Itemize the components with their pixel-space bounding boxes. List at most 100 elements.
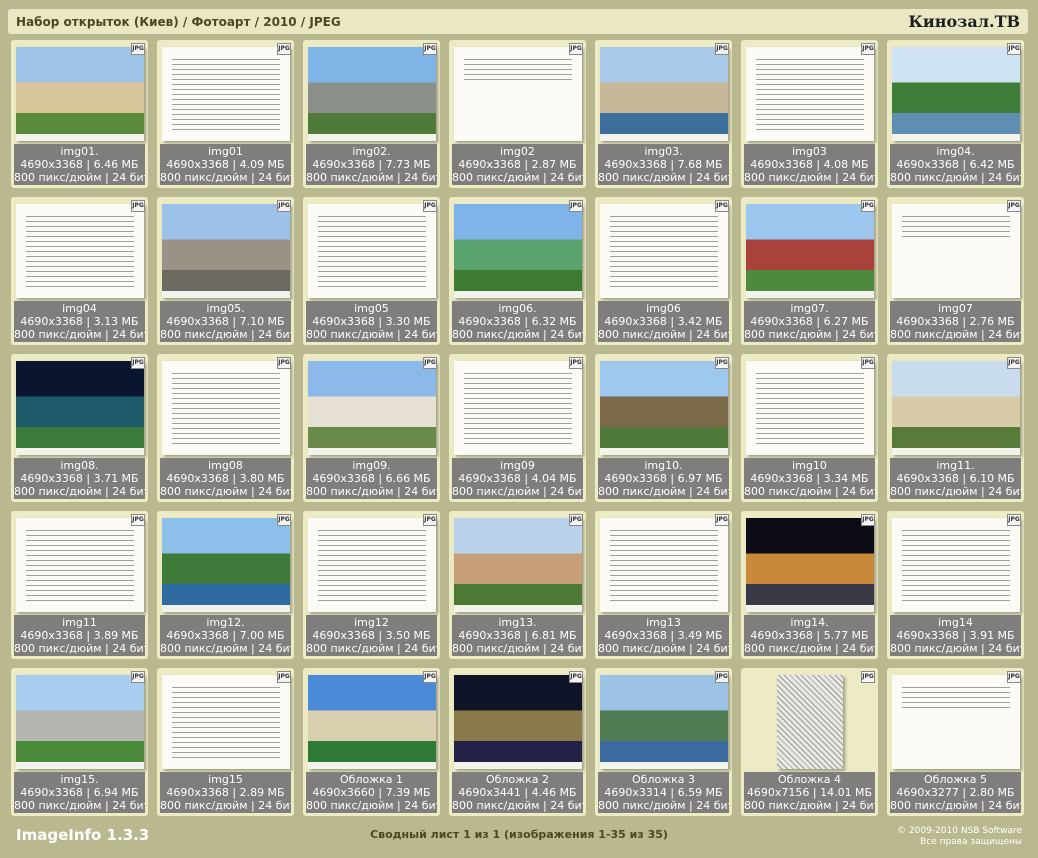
- thumbnail-image[interactable]: [15, 674, 144, 769]
- thumbnail-cell[interactable]: JPG img09. 4690x3368 | 6.66 МБ 800 пикс/дюй…: [303, 354, 440, 502]
- thumbnail-name: img04: [62, 302, 97, 315]
- thumbnail-image[interactable]: [161, 46, 290, 141]
- photo-caption-strip: [745, 604, 874, 612]
- thumbnail-image[interactable]: [599, 517, 728, 612]
- thumbnail-image[interactable]: [307, 46, 436, 141]
- thumbnail-cell[interactable]: JPG img01 4690x3368 | 4.09 МБ 800 пикс/дюйм…: [157, 40, 294, 188]
- thumbnail-image[interactable]: [453, 46, 582, 141]
- thumbnail-image[interactable]: [307, 674, 436, 769]
- thumbnail-image[interactable]: [453, 517, 582, 612]
- thumbnail-cell[interactable]: JPG img13 4690x3368 | 3.49 МБ 800 пикс/дюйм…: [595, 511, 732, 659]
- thumbnail-image[interactable]: [161, 360, 290, 455]
- thumbnail-cell[interactable]: JPG Обложка 2 4690x3441 | 4.46 МБ 800 пикс/…: [449, 668, 586, 816]
- thumbnail-image[interactable]: [891, 517, 1020, 612]
- thumbnail-image[interactable]: [161, 674, 290, 769]
- thumbnail-cell[interactable]: JPG img09 4690x3368 | 4.04 МБ 800 пикс/дюйм…: [449, 354, 586, 502]
- thumbnail-cell[interactable]: JPG Обложка 1 4690x3660 | 7.39 МБ 800 пикс/…: [303, 668, 440, 816]
- thumbnail-cell[interactable]: JPG Обложка 5 4690x3277 | 2.80 МБ 800 пикс/…: [887, 668, 1024, 816]
- thumbnail-image[interactable]: [453, 674, 582, 769]
- thumbnail-cell[interactable]: JPG img08. 4690x3368 | 3.71 МБ 800 пикс/дюй…: [11, 354, 148, 502]
- thumbnail-name: img13: [646, 616, 681, 629]
- thumbnail-cell[interactable]: JPG img12. 4690x3368 | 7.00 МБ 800 пикс/дюй…: [157, 511, 294, 659]
- thumbnail-cell[interactable]: JPG img12 4690x3368 | 3.50 МБ 800 пикс/дюйм…: [303, 511, 440, 659]
- thumbnail-image[interactable]: [891, 203, 1020, 298]
- thumbnail-cell[interactable]: JPG img06 4690x3368 | 3.42 МБ 800 пикс/дюйм…: [595, 197, 732, 345]
- thumbnail-cell[interactable]: JPG img15 4690x3368 | 2.89 МБ 800 пикс/дюйм…: [157, 668, 294, 816]
- jpg-file-icon: JPG: [569, 200, 583, 212]
- thumbnail-dims: 4690x3368 | 6.81 МБ: [458, 629, 577, 642]
- thumbnail-image[interactable]: [745, 46, 874, 141]
- thumbnail-area: [160, 200, 291, 301]
- thumbnail-cell[interactable]: JPG img04 4690x3368 | 3.13 МБ 800 пикс/дюйм…: [11, 197, 148, 345]
- thumbnail-image[interactable]: [891, 360, 1020, 455]
- thumbnail-meta: 800 пикс/дюйм | 24 бит: [14, 642, 145, 655]
- thumbnail-cell[interactable]: JPG img04. 4690x3368 | 6.42 МБ 800 пикс/дюй…: [887, 40, 1024, 188]
- thumbnail-image[interactable]: [599, 360, 728, 455]
- thumbnail-area: [598, 671, 729, 772]
- thumbnail-image[interactable]: [307, 203, 436, 298]
- thumbnail-image[interactable]: [745, 517, 874, 612]
- thumbnail-info: img08. 4690x3368 | 3.71 МБ 800 пикс/дюйм |…: [14, 458, 145, 499]
- thumbnail-area: [598, 357, 729, 458]
- thumbnail-cell[interactable]: JPG img08 4690x3368 | 3.80 МБ 800 пикс/дюйм…: [157, 354, 294, 502]
- thumbnail-cell[interactable]: JPG img11 4690x3368 | 3.89 МБ 800 пикс/дюйм…: [11, 511, 148, 659]
- thumbnail-cell[interactable]: JPG img10 4690x3368 | 3.34 МБ 800 пикс/дюйм…: [741, 354, 878, 502]
- thumbnail-image[interactable]: [15, 517, 144, 612]
- jpg-file-icon: JPG: [1007, 357, 1021, 369]
- thumbnail-cell[interactable]: JPG img02. 4690x3368 | 7.73 МБ 800 пикс/дюй…: [303, 40, 440, 188]
- thumbnail-image[interactable]: [599, 674, 728, 769]
- thumbnail-image[interactable]: [15, 360, 144, 455]
- thumbnail-cell[interactable]: JPG img07 4690x3368 | 2.76 МБ 800 пикс/дюйм…: [887, 197, 1024, 345]
- thumbnail-image[interactable]: [15, 203, 144, 298]
- text-lines: [901, 213, 1010, 238]
- thumbnail-cell[interactable]: JPG img01. 4690x3368 | 6.46 МБ 800 пикс/дюй…: [11, 40, 148, 188]
- thumbnail-info: Обложка 1 4690x3660 | 7.39 МБ 800 пикс/дюй…: [306, 772, 437, 813]
- thumbnail-image[interactable]: [307, 360, 436, 455]
- thumbnail-image[interactable]: [599, 46, 728, 141]
- copyright-text: © 2009-2010 NSB Software: [897, 826, 1022, 836]
- thumbnail-meta: 800 пикс/дюйм | 24 бит: [306, 642, 437, 655]
- thumbnail-image[interactable]: [745, 203, 874, 298]
- thumbnail-image[interactable]: [15, 46, 144, 141]
- thumbnail-cell[interactable]: JPG img03. 4690x3368 | 7.68 МБ 800 пикс/дюй…: [595, 40, 732, 188]
- thumbnail-area: [890, 514, 1021, 615]
- thumbnail-meta: 800 пикс/дюйм | 24 бит: [598, 328, 729, 341]
- thumbnail-name: img05.: [206, 302, 245, 315]
- thumbnail-cell[interactable]: JPG img14 4690x3368 | 3.91 МБ 800 пикс/дюйм…: [887, 511, 1024, 659]
- thumbnail-name: img15: [208, 773, 243, 786]
- thumbnail-cell[interactable]: JPG img07. 4690x3368 | 6.27 МБ 800 пикс/дюй…: [741, 197, 878, 345]
- thumbnail-cell[interactable]: JPG img05 4690x3368 | 3.30 МБ 800 пикс/дюйм…: [303, 197, 440, 345]
- thumbnail-image[interactable]: [599, 203, 728, 298]
- thumbnail-image[interactable]: [453, 203, 582, 298]
- thumbnail-info: img04 4690x3368 | 3.13 МБ 800 пикс/дюйм | …: [14, 301, 145, 342]
- jpg-file-icon: JPG: [277, 671, 291, 683]
- thumbnail-cell[interactable]: JPG img13. 4690x3368 | 6.81 МБ 800 пикс/дюй…: [449, 511, 586, 659]
- thumbnail-image[interactable]: [161, 517, 290, 612]
- thumbnail-cell[interactable]: JPG Обложка 3 4690x3314 | 6.59 МБ 800 пикс/…: [595, 668, 732, 816]
- jpg-file-icon: JPG: [423, 357, 437, 369]
- thumbnail-image[interactable]: [776, 674, 843, 769]
- thumbnail-image[interactable]: [891, 46, 1020, 141]
- thumbnail-cell[interactable]: JPG img14. 4690x3368 | 5.77 МБ 800 пикс/дюй…: [741, 511, 878, 659]
- jpg-file-icon: JPG: [423, 43, 437, 55]
- thumbnail-image[interactable]: [745, 360, 874, 455]
- thumbnail-dims: 4690x3368 | 3.50 МБ: [312, 629, 431, 642]
- thumbnail-info: img12. 4690x3368 | 7.00 МБ 800 пикс/дюйм |…: [160, 615, 291, 656]
- thumbnail-meta: 800 пикс/дюйм | 24 бит: [160, 171, 291, 184]
- thumbnail-cell[interactable]: JPG img10. 4690x3368 | 6.97 МБ 800 пикс/дюй…: [595, 354, 732, 502]
- thumbnail-cell[interactable]: JPG img05. 4690x3368 | 7.10 МБ 800 пикс/дюй…: [157, 197, 294, 345]
- thumbnail-cell[interactable]: JPG img15. 4690x3368 | 6.94 МБ 800 пикс/дюй…: [11, 668, 148, 816]
- thumbnail-dims: 4690x3368 | 7.00 МБ: [166, 629, 285, 642]
- thumbnail-cell[interactable]: JPG img02 4690x3368 | 2.87 МБ 800 пикс/дюйм…: [449, 40, 586, 188]
- thumbnail-cell[interactable]: JPG img06. 4690x3368 | 6.32 МБ 800 пикс/дюй…: [449, 197, 586, 345]
- thumbnail-cell[interactable]: JPG img11. 4690x3368 | 6.10 МБ 800 пикс/дюй…: [887, 354, 1024, 502]
- thumbnail-cell[interactable]: JPG Обложка 4 4690x7156 | 14.01 МБ 800 пикс…: [741, 668, 878, 816]
- thumbnail-image[interactable]: [307, 517, 436, 612]
- thumbnail-image[interactable]: [891, 674, 1020, 769]
- thumbnail-image[interactable]: [453, 360, 582, 455]
- thumbnail-name: img03: [792, 145, 827, 158]
- thumbnail-cell[interactable]: JPG img03 4690x3368 | 4.08 МБ 800 пикс/дюйм…: [741, 40, 878, 188]
- thumbnail-image[interactable]: [161, 203, 290, 298]
- thumbnail-dims: 4690x3368 | 3.34 МБ: [750, 472, 869, 485]
- jpg-file-icon: JPG: [569, 671, 583, 683]
